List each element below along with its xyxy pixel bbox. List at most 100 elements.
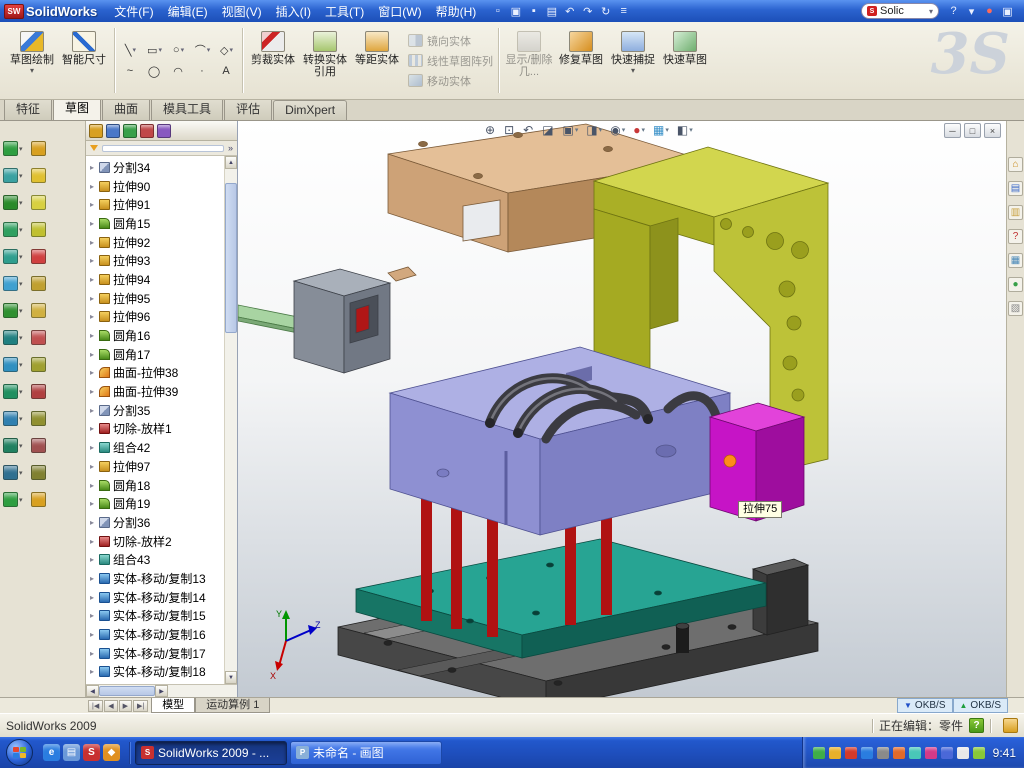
- trim-entities-button[interactable]: 剪裁实体: [247, 26, 299, 68]
- quick-tips-icon[interactable]: ?: [969, 718, 984, 733]
- sketch-fillet-tool[interactable]: ◠: [167, 61, 190, 81]
- expand-arrow-icon[interactable]: ▸: [88, 238, 96, 247]
- tree-item[interactable]: ▸ 拉伸93: [88, 251, 224, 270]
- close-button[interactable]: ×: [984, 123, 1001, 138]
- scrollbar-thumb[interactable]: [225, 183, 237, 333]
- left-tool-button[interactable]: ▾: [3, 486, 31, 513]
- open-file-icon[interactable]: ▣: [507, 3, 524, 19]
- search-input[interactable]: [880, 5, 926, 17]
- tree-item[interactable]: ▸ 实体-移动/复制14: [88, 588, 224, 607]
- chevron-down-icon[interactable]: ▾: [929, 7, 933, 16]
- expand-arrow-icon[interactable]: ▸: [88, 630, 96, 639]
- design-library-icon[interactable]: ▤: [1008, 181, 1023, 196]
- search-icon[interactable]: ?: [1008, 229, 1023, 244]
- left-tool-button[interactable]: ▾: [3, 189, 31, 216]
- expand-arrow-icon[interactable]: ▸: [88, 611, 96, 620]
- left-tool-button[interactable]: [31, 459, 59, 486]
- left-tool-button[interactable]: [31, 189, 59, 216]
- tree-item[interactable]: ▸ 切除-放样1: [88, 420, 224, 439]
- part-mold-body[interactable]: [390, 347, 755, 535]
- tree-item[interactable]: ▸ 圆角16: [88, 326, 224, 345]
- left-tool-button[interactable]: [31, 243, 59, 270]
- offset-entities-button[interactable]: 等距实体: [351, 26, 403, 68]
- prev-tab-button[interactable]: ◀: [104, 700, 117, 712]
- property-manager-tab[interactable]: [106, 124, 120, 138]
- document-tab[interactable]: 模型: [151, 698, 195, 713]
- view-orientation-icon[interactable]: ▣▾: [560, 122, 582, 138]
- left-tool-button[interactable]: [31, 486, 59, 513]
- media-player-icon[interactable]: ◆: [103, 744, 120, 761]
- print-icon[interactable]: ▤: [543, 3, 560, 19]
- tree-vertical-scrollbar[interactable]: ▲ ▼: [224, 156, 237, 684]
- rapid-sketch-button[interactable]: 快速草图: [659, 26, 711, 68]
- filter-input[interactable]: [102, 145, 224, 152]
- tree-item[interactable]: ▸ 圆角17: [88, 345, 224, 364]
- expand-arrow-icon[interactable]: ▸: [88, 256, 96, 265]
- scroll-right-icon[interactable]: ▶: [155, 685, 168, 697]
- tray-icon[interactable]: [893, 747, 905, 759]
- left-tool-button[interactable]: ▾: [3, 378, 31, 405]
- expand-arrow-icon[interactable]: ▸: [88, 406, 96, 415]
- tree-item[interactable]: ▸ 拉伸92: [88, 233, 224, 252]
- help-icon[interactable]: ?: [945, 3, 962, 19]
- tree-item[interactable]: ▸ 圆角15: [88, 214, 224, 233]
- left-tool-button[interactable]: [31, 297, 59, 324]
- rectangle-tool[interactable]: ▭▾: [143, 40, 166, 60]
- display-style-icon[interactable]: ◨▾: [583, 122, 605, 138]
- tray-icon[interactable]: [829, 747, 841, 759]
- task-paint[interactable]: P 未命名 - 画图: [290, 741, 442, 765]
- tree-item[interactable]: ▸ 组合43: [88, 550, 224, 569]
- left-tool-button[interactable]: [31, 378, 59, 405]
- expand-arrow-icon[interactable]: ▸: [88, 518, 96, 527]
- expand-arrow-icon[interactable]: ▸: [88, 443, 96, 452]
- start-button[interactable]: [6, 739, 33, 766]
- 3d-model[interactable]: Y Z X: [238, 121, 1006, 697]
- tree-item[interactable]: ▸ 拉伸94: [88, 270, 224, 289]
- more-icon[interactable]: »: [228, 143, 233, 153]
- scroll-up-icon[interactable]: ▲: [225, 156, 237, 169]
- file-explorer-icon[interactable]: ▥: [1008, 205, 1023, 220]
- convert-entities-button[interactable]: 转换实体引用: [299, 26, 351, 80]
- menu-item[interactable]: 插入(I): [269, 0, 318, 23]
- expand-arrow-icon[interactable]: ▸: [88, 387, 96, 396]
- previous-view-icon[interactable]: ↶: [520, 122, 537, 138]
- left-tool-button[interactable]: ▾: [3, 162, 31, 189]
- left-tool-button[interactable]: ▾: [3, 351, 31, 378]
- menu-item[interactable]: 视图(V): [215, 0, 269, 23]
- tree-item[interactable]: ▸ 实体-移动/复制18: [88, 663, 224, 682]
- expand-arrow-icon[interactable]: ▸: [88, 331, 96, 340]
- smart-dimension-button[interactable]: 智能尺寸: [58, 26, 110, 68]
- left-tool-button[interactable]: ▾: [3, 243, 31, 270]
- arc-tool[interactable]: ⌒▾: [191, 40, 214, 60]
- tree-item[interactable]: ▸ 实体-移动/复制15: [88, 607, 224, 626]
- left-tool-button[interactable]: [31, 162, 59, 189]
- document-tab[interactable]: 运动算例 1: [195, 698, 270, 713]
- move-entities-button[interactable]: 移动实体: [408, 73, 493, 89]
- search-box[interactable]: S ▾: [861, 3, 939, 19]
- tree-item[interactable]: ▸ 分割34: [88, 158, 224, 177]
- solidworks-launcher-icon[interactable]: S: [83, 744, 100, 761]
- scroll-down-icon[interactable]: ▼: [225, 671, 237, 684]
- left-tool-button[interactable]: ▾: [3, 135, 31, 162]
- tree-item[interactable]: ▸ 分割36: [88, 513, 224, 532]
- expand-arrow-icon[interactable]: ▸: [88, 574, 96, 583]
- tree-item[interactable]: ▸ 切除-放样2: [88, 532, 224, 551]
- custom-properties-icon[interactable]: ▧: [1008, 301, 1023, 316]
- menu-item[interactable]: 文件(F): [107, 0, 160, 23]
- tray-icon[interactable]: [941, 747, 953, 759]
- tray-icon[interactable]: [973, 747, 985, 759]
- expand-arrow-icon[interactable]: ▸: [88, 182, 96, 191]
- command-tab[interactable]: 模具工具: [151, 97, 223, 120]
- zoom-fit-icon[interactable]: ⊕: [482, 122, 499, 138]
- polygon-tool[interactable]: ◇▾: [215, 40, 238, 60]
- expand-arrow-icon[interactable]: ▸: [88, 200, 96, 209]
- tree-item[interactable]: ▸ 实体-移动/复制17: [88, 644, 224, 663]
- scrollbar-thumb[interactable]: [99, 686, 155, 696]
- tree-horizontal-scrollbar[interactable]: ◀ ▶: [86, 684, 237, 697]
- menu-item[interactable]: 帮助(H): [429, 0, 484, 23]
- left-tool-button[interactable]: ▾: [3, 297, 31, 324]
- command-tab[interactable]: 评估: [224, 97, 272, 120]
- menu-item[interactable]: 工具(T): [318, 0, 371, 23]
- text-tool[interactable]: A: [215, 61, 238, 81]
- tray-icon[interactable]: [877, 747, 889, 759]
